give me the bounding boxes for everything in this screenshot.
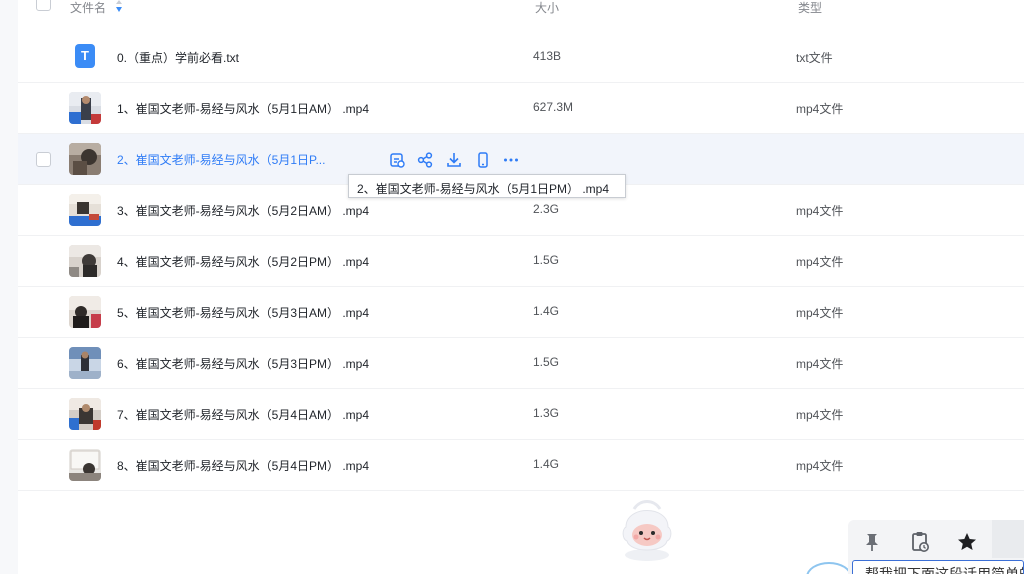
column-header-size[interactable]: 大小 — [535, 0, 559, 16]
assistant-prompt-text: 帮我把下面这段话用简单的 — [865, 566, 1024, 574]
file-type: mp4文件 — [796, 459, 844, 473]
download-icon[interactable] — [444, 150, 464, 170]
file-name[interactable]: 3、崔国文老师-易经与风水（5月2日AM） .mp4 — [117, 202, 369, 219]
file-type: mp4文件 — [796, 102, 844, 116]
file-type: mp4文件 — [796, 255, 844, 269]
file-name[interactable]: 7、崔国文老师-易经与风水（5月4日AM） .mp4 — [117, 406, 369, 423]
pin-icon[interactable] — [858, 528, 886, 556]
file-size: 1.5G — [533, 355, 560, 369]
panel-extra-slot — [992, 520, 1024, 558]
file-name[interactable]: 4、崔国文老师-易经与风水（5月2日PM） .mp4 — [117, 253, 369, 270]
table-row[interactable]: 8、崔国文老师-易经与风水（5月4日PM） .mp4 1.4G mp4文件 — [18, 440, 1024, 491]
sort-arrow-icon[interactable] — [115, 0, 123, 13]
column-header-type[interactable]: 类型 — [798, 0, 822, 16]
file-name[interactable]: 5、崔国文老师-易经与风水（5月3日AM） .mp4 — [117, 304, 369, 321]
file-type: mp4文件 — [796, 408, 844, 422]
phone-icon[interactable] — [473, 150, 493, 170]
video-thumbnail — [69, 296, 101, 328]
video-thumbnail — [69, 194, 101, 226]
video-thumbnail — [69, 143, 101, 175]
file-size: 2.3G — [533, 202, 560, 216]
decorative-arc — [806, 562, 852, 574]
file-type: mp4文件 — [796, 357, 844, 371]
file-size: 1.3G — [533, 406, 560, 420]
file-name[interactable]: 1、崔国文老师-易经与风水（5月1日AM） .mp4 — [117, 100, 369, 117]
file-size: 1.5G — [533, 253, 560, 267]
left-gutter — [0, 0, 18, 574]
cloud-save-icon[interactable] — [387, 150, 407, 170]
file-size: 1.4G — [533, 457, 560, 471]
more-icon[interactable] — [501, 150, 521, 170]
file-type: txt文件 — [796, 51, 833, 65]
file-size: 413B — [533, 49, 562, 63]
file-type: mp4文件 — [796, 204, 844, 218]
txt-file-icon: T — [75, 44, 95, 68]
table-row[interactable]: 4、崔国文老师-易经与风水（5月2日PM） .mp4 1.5G mp4文件 — [18, 236, 1024, 287]
video-thumbnail — [69, 347, 101, 379]
video-thumbnail — [69, 398, 101, 430]
file-size: 627.3M — [533, 100, 574, 114]
mascot-avatar[interactable] — [612, 497, 682, 563]
table-header: 文件名 大小 类型 — [18, 0, 1024, 18]
file-type: mp4文件 — [796, 306, 844, 320]
row-checkbox[interactable] — [36, 152, 51, 167]
star-icon[interactable] — [953, 528, 981, 556]
file-size: 1.4G — [533, 304, 560, 318]
filename-tooltip: 2、崔国文老师-易经与风水（5月1日PM） .mp4 — [348, 174, 626, 198]
mascot-icon — [622, 500, 672, 561]
table-row[interactable]: T 0.（重点）学前必看.txt 413B txt文件 — [18, 32, 1024, 83]
video-thumbnail — [69, 92, 101, 124]
video-thumbnail — [69, 449, 101, 481]
clipboard-history-icon[interactable] — [906, 528, 934, 556]
file-name[interactable]: 0.（重点）学前必看.txt — [117, 49, 239, 66]
table-row[interactable]: 1、崔国文老师-易经与风水（5月1日AM） .mp4 627.3M mp4文件 — [18, 83, 1024, 134]
select-all-checkbox[interactable] — [36, 0, 51, 11]
file-name[interactable]: 2、崔国文老师-易经与风水（5月1日P... — [117, 151, 325, 168]
assistant-panel: 帮我把下面这段话用简单的 — [848, 520, 1024, 574]
column-header-name[interactable]: 文件名 — [70, 0, 106, 16]
file-name[interactable]: 6、崔国文老师-易经与风水（5月3日PM） .mp4 — [117, 355, 369, 372]
table-row[interactable]: 7、崔国文老师-易经与风水（5月4日AM） .mp4 1.3G mp4文件 — [18, 389, 1024, 440]
assistant-prompt-input[interactable]: 帮我把下面这段话用简单的 — [852, 560, 1024, 574]
share-icon[interactable] — [415, 150, 435, 170]
file-name[interactable]: 8、崔国文老师-易经与风水（5月4日PM） .mp4 — [117, 457, 369, 474]
table-row[interactable]: 5、崔国文老师-易经与风水（5月3日AM） .mp4 1.4G mp4文件 — [18, 287, 1024, 338]
table-row[interactable]: 6、崔国文老师-易经与风水（5月3日PM） .mp4 1.5G mp4文件 — [18, 338, 1024, 389]
video-thumbnail — [69, 245, 101, 277]
